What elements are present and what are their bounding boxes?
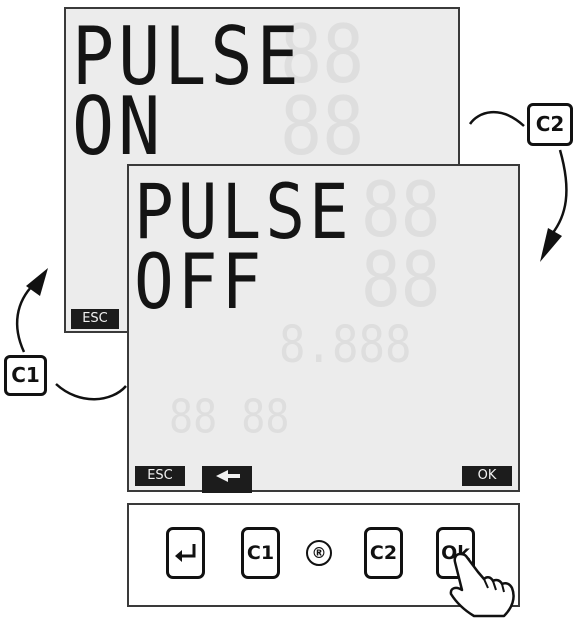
c2-button[interactable]: C2 [364,527,403,579]
c2-arrowhead-icon [540,228,562,262]
registered-mark: ® [306,540,332,566]
c1-button[interactable]: C1 [241,527,280,579]
c2-arrow-path [468,110,525,127]
hand-pointer-icon [449,552,515,618]
enter-button[interactable] [166,527,205,579]
c1-arrow-path [16,283,35,353]
c1-flow-label: C1 [4,355,47,396]
return-arrow-icon [175,544,196,562]
c2-flow-label: C2 [527,103,573,146]
c2-arrow-path [551,149,568,235]
c1-arrowhead-icon [26,268,48,296]
c1-arrow-path [55,383,127,401]
